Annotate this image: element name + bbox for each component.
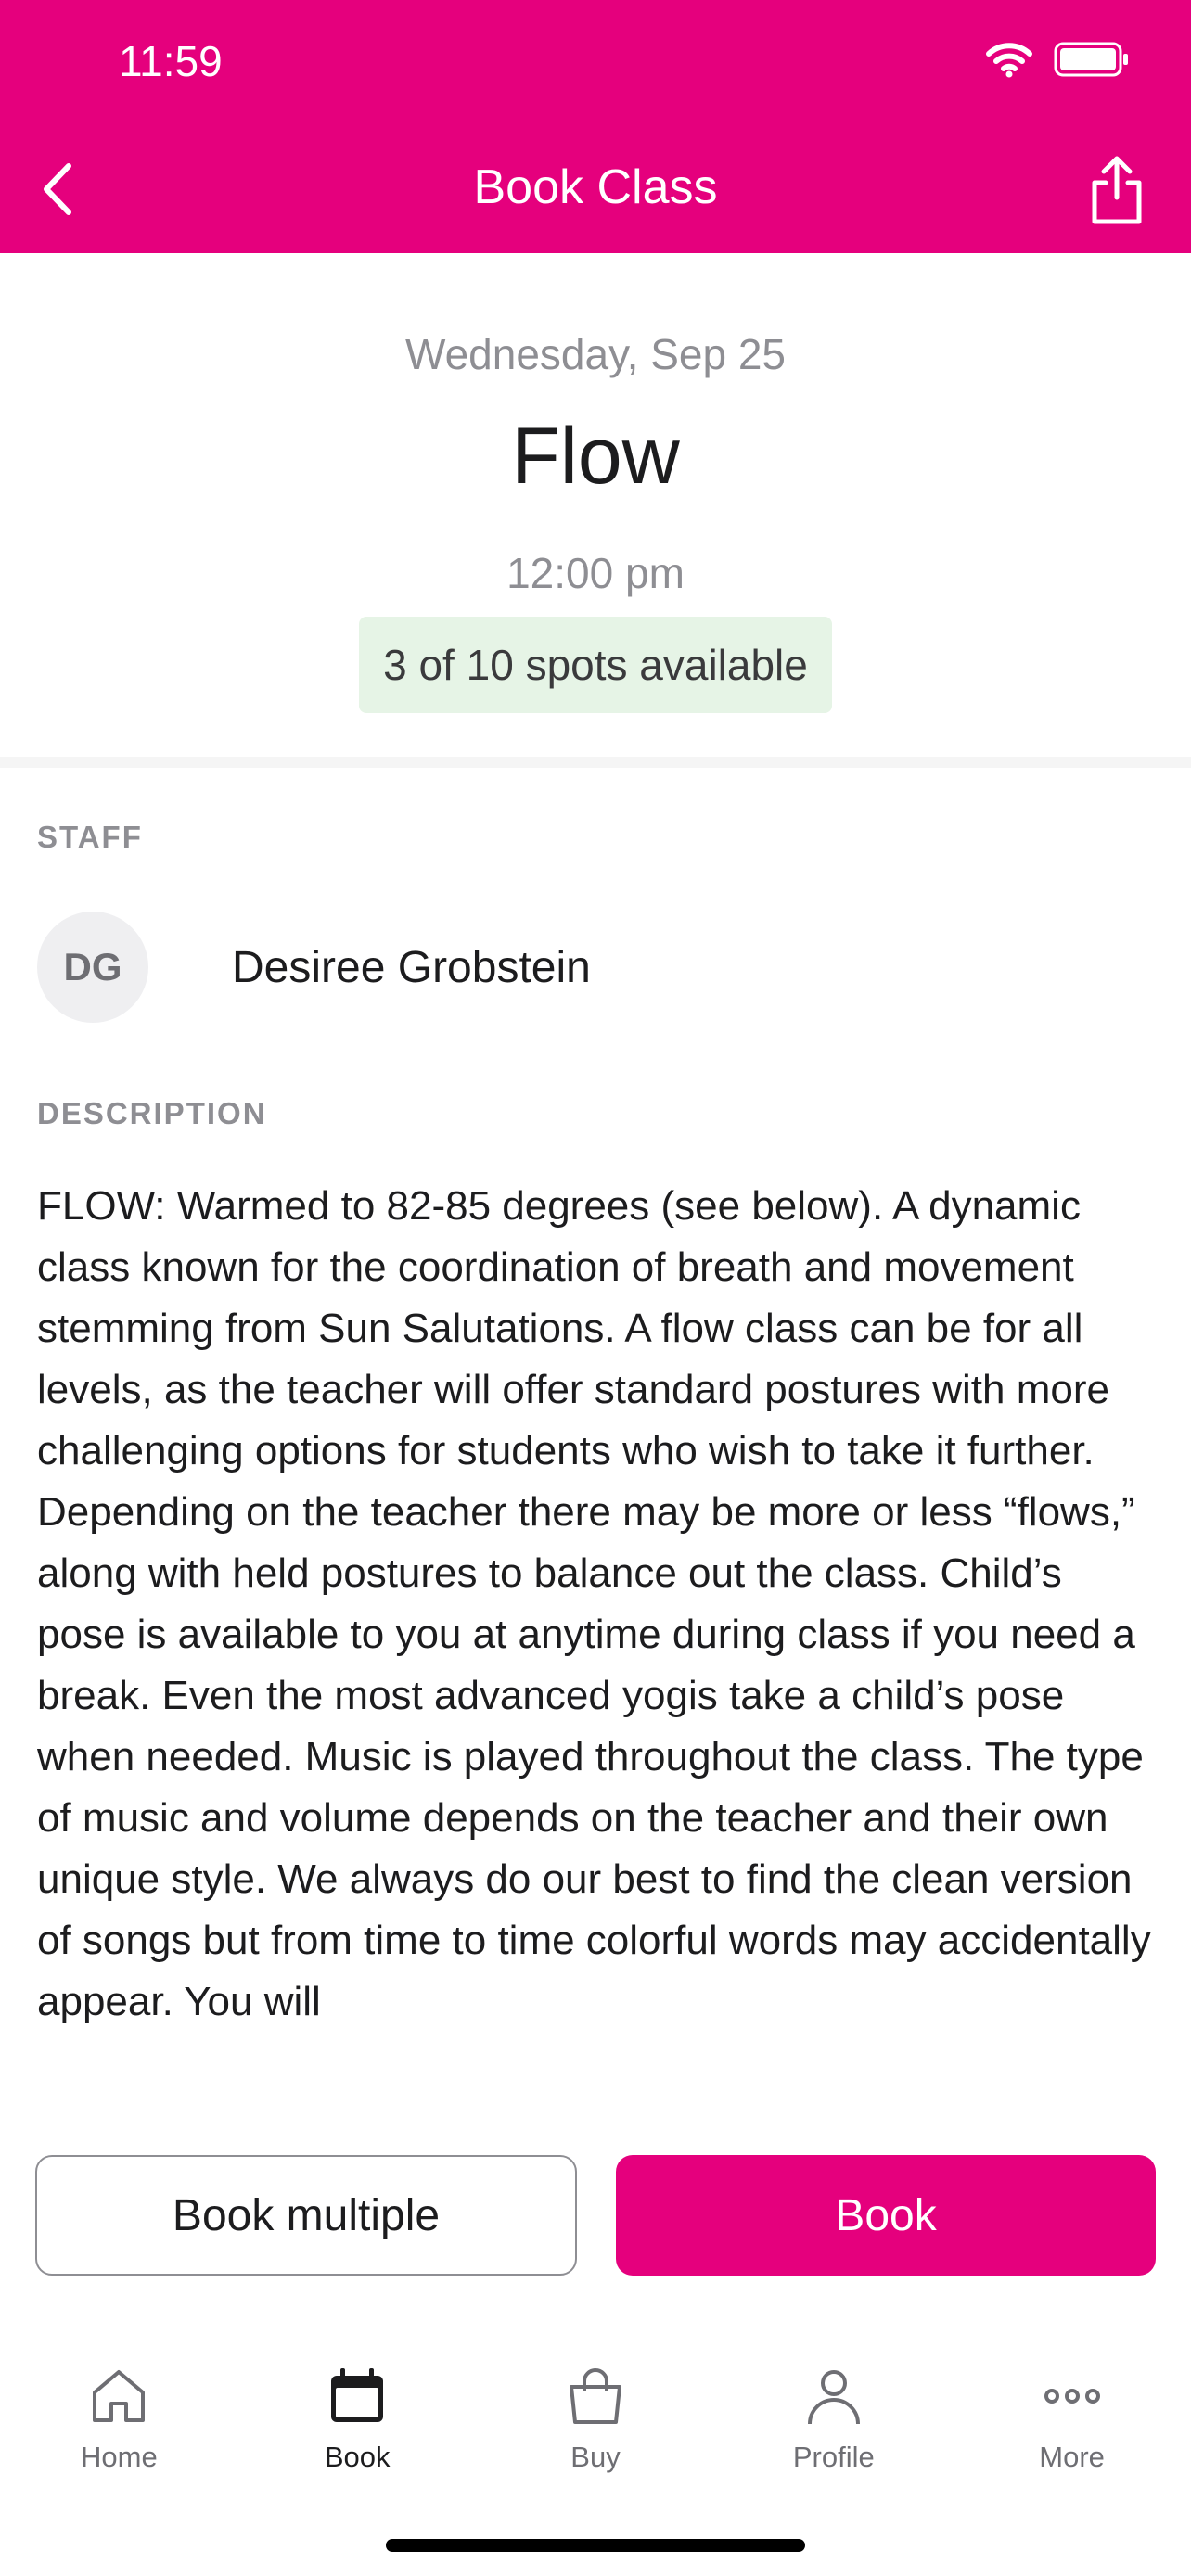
class-description: FLOW: Warmed to 82-85 degrees (see below…: [37, 1183, 1151, 2024]
class-info: Wednesday, Sep 25 Flow 12:00 pm 3 of 10 …: [0, 253, 1191, 765]
share-icon: [1092, 156, 1142, 224]
more-icon: [1044, 2389, 1100, 2404]
staff-section-label: STAFF: [37, 820, 143, 854]
tab-book[interactable]: Book: [238, 2326, 477, 2511]
spots-badge: 3 of 10 spots available: [359, 617, 832, 713]
section-divider: [0, 757, 1191, 768]
class-date: Wednesday, Sep 25: [404, 330, 787, 378]
home-icon: [93, 2370, 146, 2422]
tab-more[interactable]: More: [953, 2326, 1191, 2511]
description-section-label: DESCRIPTION: [37, 1096, 267, 1130]
tab-buy[interactable]: Buy: [477, 2326, 715, 2511]
tab-home[interactable]: Home: [0, 2326, 238, 2511]
bag-icon: [569, 2368, 621, 2424]
person-icon: [807, 2370, 860, 2425]
home-indicator: [386, 2539, 805, 2552]
staff-name: Desiree Grobstein: [232, 942, 591, 992]
tab-label: More: [1039, 2441, 1105, 2473]
tab-label: Buy: [570, 2441, 621, 2473]
page-title: Book Class: [473, 160, 718, 214]
tab-label: Book: [324, 2441, 391, 2473]
tab-bar: Home Book Buy Profile More: [0, 2326, 1191, 2511]
book-button[interactable]: Book: [616, 2155, 1156, 2276]
class-title: Flow: [511, 412, 680, 501]
wifi-icon: [986, 43, 1032, 78]
avatar: DG: [37, 912, 148, 1023]
staff-row[interactable]: DG Desiree Grobstein: [37, 911, 591, 1024]
tab-label: Profile: [792, 2441, 875, 2473]
tab-profile[interactable]: Profile: [714, 2326, 953, 2511]
tab-label: Home: [81, 2441, 158, 2473]
class-time: 12:00 pm: [506, 549, 685, 597]
app-header: 11:59 Book Class: [0, 0, 1191, 253]
status-time: 11:59: [119, 37, 223, 85]
calendar-icon: [331, 2368, 384, 2422]
battery-icon: [1054, 42, 1128, 77]
book-multiple-button[interactable]: Book multiple: [35, 2155, 577, 2276]
status-icons: [985, 41, 1130, 78]
share-button[interactable]: [1080, 148, 1154, 232]
